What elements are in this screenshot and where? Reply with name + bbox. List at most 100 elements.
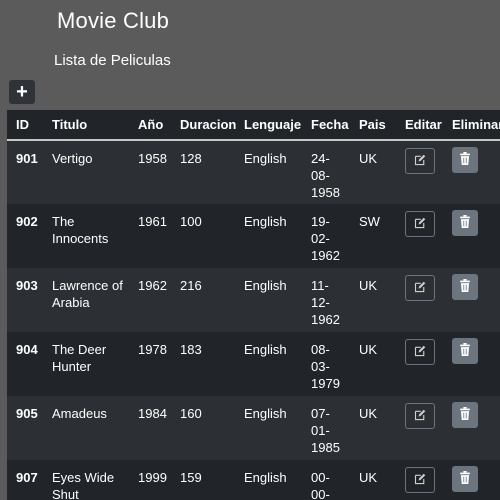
cell-eliminar	[443, 204, 500, 268]
cell-lenguaje: English	[244, 214, 287, 229]
cell-id: 907	[16, 470, 38, 485]
table-header-row: ID Titulo Año Duracion Lenguaje Fecha Pa…	[7, 110, 500, 141]
cell-anio: 1962	[138, 278, 167, 293]
edit-button[interactable]	[405, 211, 435, 237]
cell-anio: 1958	[138, 151, 167, 166]
edit-icon	[414, 472, 426, 489]
cell-fecha: 19- 02- 1962	[311, 214, 340, 263]
cell-titulo: The Deer Hunter	[52, 342, 107, 374]
cell-duracion: 216	[180, 278, 202, 293]
col-header-duracion: Duracion	[171, 110, 236, 141]
trash-icon	[459, 342, 471, 360]
trash-icon	[459, 214, 471, 232]
trash-icon	[459, 151, 471, 169]
cell-editar	[396, 204, 443, 268]
edit-button[interactable]	[405, 275, 435, 301]
cell-id: 904	[16, 342, 38, 357]
trash-icon	[459, 470, 471, 488]
cell-fecha: 11- 12- 1962	[311, 278, 340, 327]
cell-pais: UK	[359, 342, 378, 357]
cell-anio: 1978	[138, 342, 167, 357]
cell-duracion: 183	[180, 342, 202, 357]
col-header-eliminar: Eliminar	[443, 110, 500, 141]
cell-editar	[396, 268, 443, 332]
cell-lenguaje: English	[244, 406, 287, 421]
add-movie-button[interactable]: +	[9, 80, 35, 104]
edit-button[interactable]	[405, 148, 435, 174]
edit-icon	[414, 408, 426, 425]
cell-pais: UK	[359, 406, 378, 421]
cell-id: 905	[16, 406, 38, 421]
edit-button[interactable]	[405, 403, 435, 429]
delete-button[interactable]	[452, 147, 478, 173]
cell-fecha: 07- 01- 1985	[311, 406, 340, 455]
cell-pais: UK	[359, 278, 378, 293]
cell-fecha: 24- 08- 1958	[311, 151, 340, 200]
delete-button[interactable]	[452, 466, 478, 492]
cell-fecha: 00- 00-	[311, 470, 330, 500]
table-body: 901 Vertigo 1958 128 English 24- 08- 1958 UK 902 T…	[7, 140, 500, 500]
edit-icon	[414, 280, 426, 297]
cell-lenguaje: English	[244, 151, 287, 166]
cell-eliminar	[443, 140, 500, 204]
table-row: 904 The Deer Hunter 1978 183 English 08- 03- 19…	[7, 332, 500, 396]
delete-button[interactable]	[452, 402, 478, 428]
cell-lenguaje: English	[244, 470, 287, 485]
cell-duracion: 100	[180, 214, 202, 229]
edit-icon	[414, 153, 426, 170]
cell-eliminar	[443, 332, 500, 396]
table-row: 905 Amadeus 1984 160 English 07- 01- 1985 UK	[7, 396, 500, 460]
page-subtitle: Lista de Peliculas	[54, 52, 171, 69]
table-row: 907 Eyes Wide Shut 1999 159 English 00- 00- UK	[7, 460, 500, 500]
cell-duracion: 159	[180, 470, 202, 485]
cell-editar	[396, 332, 443, 396]
table-row: 902 The Innocents 1961 100 English 19- 02- 1962…	[7, 204, 500, 268]
app-title: Movie Club	[57, 8, 170, 33]
cell-titulo: The Innocents	[52, 214, 109, 246]
cell-duracion: 160	[180, 406, 202, 421]
cell-titulo: Lawrence of Arabia	[52, 278, 123, 310]
cell-pais: UK	[359, 151, 378, 166]
table-row: 903 Lawrence of Arabia 1962 216 English 11- 12…	[7, 268, 500, 332]
cell-anio: 1984	[138, 406, 167, 421]
cell-editar	[396, 460, 443, 500]
col-header-pais: Pais	[350, 110, 396, 141]
cell-fecha: 08- 03- 1979	[311, 342, 340, 391]
delete-button[interactable]	[452, 338, 478, 364]
movies-table-container: ID Titulo Año Duracion Lenguaje Fecha Pa…	[7, 110, 500, 500]
delete-button[interactable]	[452, 210, 478, 236]
col-header-titulo: Titulo	[43, 110, 129, 141]
cell-editar	[396, 140, 443, 204]
edit-icon	[414, 216, 426, 233]
col-header-id: ID	[7, 110, 43, 141]
cell-eliminar	[443, 460, 500, 500]
cell-anio: 1961	[138, 214, 167, 229]
col-header-fecha: Fecha	[302, 110, 350, 141]
trash-icon	[459, 406, 471, 424]
edit-icon	[414, 344, 426, 361]
cell-editar	[396, 396, 443, 460]
cell-lenguaje: English	[244, 278, 287, 293]
cell-titulo: Eyes Wide Shut	[52, 470, 115, 500]
cell-eliminar	[443, 268, 500, 332]
delete-button[interactable]	[452, 274, 478, 300]
cell-pais: SW	[359, 214, 380, 229]
cell-eliminar	[443, 396, 500, 460]
edit-button[interactable]	[405, 467, 435, 493]
movies-table: ID Titulo Año Duracion Lenguaje Fecha Pa…	[7, 110, 500, 500]
col-header-anio: Año	[129, 110, 171, 141]
cell-duracion: 128	[180, 151, 202, 166]
trash-icon	[459, 278, 471, 296]
cell-titulo: Amadeus	[52, 406, 107, 421]
cell-titulo: Vertigo	[52, 151, 93, 166]
col-header-editar: Editar	[396, 110, 443, 141]
table-row: 901 Vertigo 1958 128 English 24- 08- 1958 UK	[7, 140, 500, 204]
plus-icon: +	[16, 81, 28, 103]
cell-id: 902	[16, 214, 38, 229]
cell-anio: 1999	[138, 470, 167, 485]
edit-button[interactable]	[405, 339, 435, 365]
col-header-lenguaje: Lenguaje	[235, 110, 302, 141]
cell-lenguaje: English	[244, 342, 287, 357]
cell-id: 903	[16, 278, 38, 293]
cell-pais: UK	[359, 470, 378, 485]
